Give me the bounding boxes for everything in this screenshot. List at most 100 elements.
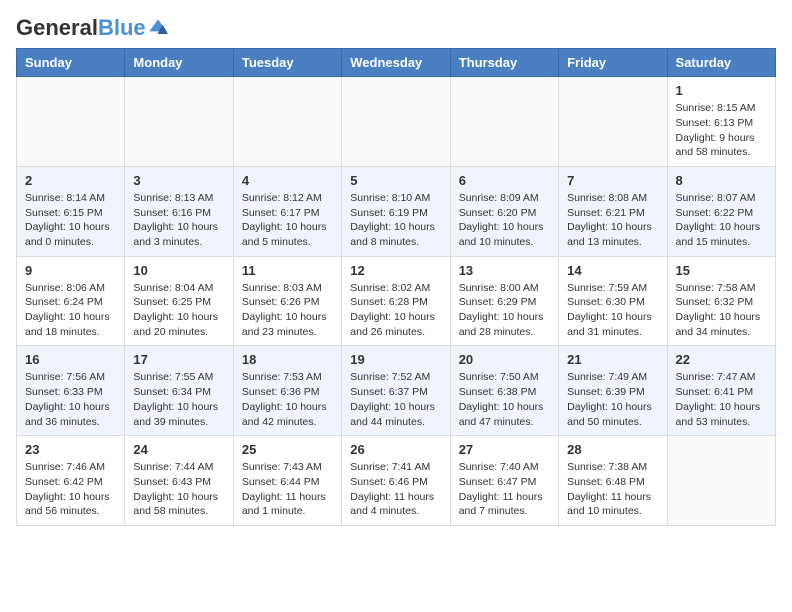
day-number: 10 [133,263,224,278]
day-number: 5 [350,173,441,188]
day-info: Sunrise: 7:58 AM Sunset: 6:32 PM Dayligh… [676,281,767,340]
logo-icon [148,18,168,38]
day-info: Sunrise: 8:00 AM Sunset: 6:29 PM Dayligh… [459,281,550,340]
day-info: Sunrise: 8:07 AM Sunset: 6:22 PM Dayligh… [676,191,767,250]
day-info: Sunrise: 7:56 AM Sunset: 6:33 PM Dayligh… [25,370,116,429]
calendar-cell: 1 Sunrise: 8:15 AM Sunset: 6:13 PM Daylig… [667,77,775,167]
calendar-cell: 24 Sunrise: 7:44 AM Sunset: 6:43 PM Dayli… [125,436,233,526]
logo: GeneralBlue [16,16,168,40]
day-number: 18 [242,352,333,367]
calendar-cell: 7 Sunrise: 8:08 AM Sunset: 6:21 PM Daylig… [559,166,667,256]
calendar-cell [667,436,775,526]
calendar-cell: 25Sunrise: 7:43 AM Sunset: 6:44 PM Dayli… [233,436,341,526]
calendar-cell: 26 Sunrise: 7:41 AM Sunset: 6:46 PM Dayli… [342,436,450,526]
calendar-cell [233,77,341,167]
day-number: 19 [350,352,441,367]
calendar-header-row: SundayMondayTuesdayWednesdayThursdayFrid… [17,49,776,77]
calendar-cell: 10 Sunrise: 8:04 AM Sunset: 6:25 PM Dayli… [125,256,233,346]
day-number: 7 [567,173,658,188]
day-info: Sunrise: 7:38 AM Sunset: 6:48 PM Dayligh… [567,460,658,519]
day-header-friday: Friday [559,49,667,77]
day-info: Sunrise: 7:50 AM Sunset: 6:38 PM Dayligh… [459,370,550,429]
calendar-cell: 20Sunrise: 7:50 AM Sunset: 6:38 PM Dayli… [450,346,558,436]
calendar-cell: 17 Sunrise: 7:55 AM Sunset: 6:34 PM Dayli… [125,346,233,436]
day-info: Sunrise: 8:09 AM Sunset: 6:20 PM Dayligh… [459,191,550,250]
day-number: 22 [676,352,767,367]
calendar-cell: 23 Sunrise: 7:46 AM Sunset: 6:42 PM Dayli… [17,436,125,526]
day-info: Sunrise: 7:40 AM Sunset: 6:47 PM Dayligh… [459,460,550,519]
day-number: 17 [133,352,224,367]
calendar-week-2: 2 Sunrise: 8:14 AM Sunset: 6:15 PM Daylig… [17,166,776,256]
calendar-week-1: 1 Sunrise: 8:15 AM Sunset: 6:13 PM Daylig… [17,77,776,167]
day-header-tuesday: Tuesday [233,49,341,77]
day-number: 14 [567,263,658,278]
day-header-thursday: Thursday [450,49,558,77]
day-number: 24 [133,442,224,457]
logo-text: GeneralBlue [16,16,146,40]
calendar-cell: 6 Sunrise: 8:09 AM Sunset: 6:20 PM Daylig… [450,166,558,256]
day-info: Sunrise: 7:41 AM Sunset: 6:46 PM Dayligh… [350,460,441,519]
day-info: Sunrise: 8:04 AM Sunset: 6:25 PM Dayligh… [133,281,224,340]
day-info: Sunrise: 8:08 AM Sunset: 6:21 PM Dayligh… [567,191,658,250]
day-header-monday: Monday [125,49,233,77]
calendar-week-4: 16 Sunrise: 7:56 AM Sunset: 6:33 PM Dayli… [17,346,776,436]
day-info: Sunrise: 8:13 AM Sunset: 6:16 PM Dayligh… [133,191,224,250]
day-info: Sunrise: 7:49 AM Sunset: 6:39 PM Dayligh… [567,370,658,429]
calendar-cell: 5 Sunrise: 8:10 AM Sunset: 6:19 PM Daylig… [342,166,450,256]
day-number: 3 [133,173,224,188]
day-number: 12 [350,263,441,278]
day-info: Sunrise: 8:10 AM Sunset: 6:19 PM Dayligh… [350,191,441,250]
day-number: 27 [459,442,550,457]
calendar-cell [342,77,450,167]
day-number: 4 [242,173,333,188]
day-header-sunday: Sunday [17,49,125,77]
calendar-cell: 28 Sunrise: 7:38 AM Sunset: 6:48 PM Dayli… [559,436,667,526]
day-info: Sunrise: 8:02 AM Sunset: 6:28 PM Dayligh… [350,281,441,340]
calendar-cell: 11Sunrise: 8:03 AM Sunset: 6:26 PM Dayli… [233,256,341,346]
day-info: Sunrise: 8:15 AM Sunset: 6:13 PM Dayligh… [676,101,767,160]
calendar-cell: 16 Sunrise: 7:56 AM Sunset: 6:33 PM Dayli… [17,346,125,436]
calendar-cell: 13 Sunrise: 8:00 AM Sunset: 6:29 PM Dayli… [450,256,558,346]
day-info: Sunrise: 7:55 AM Sunset: 6:34 PM Dayligh… [133,370,224,429]
calendar-cell: 15 Sunrise: 7:58 AM Sunset: 6:32 PM Dayli… [667,256,775,346]
day-number: 16 [25,352,116,367]
day-number: 15 [676,263,767,278]
day-number: 26 [350,442,441,457]
day-info: Sunrise: 7:44 AM Sunset: 6:43 PM Dayligh… [133,460,224,519]
day-info: Sunrise: 7:46 AM Sunset: 6:42 PM Dayligh… [25,460,116,519]
calendar-cell [125,77,233,167]
day-info: Sunrise: 8:14 AM Sunset: 6:15 PM Dayligh… [25,191,116,250]
day-number: 23 [25,442,116,457]
calendar-cell: 18 Sunrise: 7:53 AM Sunset: 6:36 PM Dayli… [233,346,341,436]
calendar-cell: 27 Sunrise: 7:40 AM Sunset: 6:47 PM Dayli… [450,436,558,526]
day-number: 21 [567,352,658,367]
calendar-table: SundayMondayTuesdayWednesdayThursdayFrid… [16,48,776,526]
day-info: Sunrise: 8:06 AM Sunset: 6:24 PM Dayligh… [25,281,116,340]
day-info: Sunrise: 7:47 AM Sunset: 6:41 PM Dayligh… [676,370,767,429]
calendar-week-3: 9 Sunrise: 8:06 AM Sunset: 6:24 PM Daylig… [17,256,776,346]
calendar-week-5: 23 Sunrise: 7:46 AM Sunset: 6:42 PM Dayli… [17,436,776,526]
calendar-cell: 21 Sunrise: 7:49 AM Sunset: 6:39 PM Dayli… [559,346,667,436]
day-number: 13 [459,263,550,278]
day-number: 1 [676,83,767,98]
day-number: 2 [25,173,116,188]
calendar-cell [450,77,558,167]
calendar-cell: 19Sunrise: 7:52 AM Sunset: 6:37 PM Dayli… [342,346,450,436]
day-header-saturday: Saturday [667,49,775,77]
day-number: 28 [567,442,658,457]
day-info: Sunrise: 8:03 AM Sunset: 6:26 PM Dayligh… [242,281,333,340]
day-number: 25 [242,442,333,457]
calendar-cell: 3 Sunrise: 8:13 AM Sunset: 6:16 PM Daylig… [125,166,233,256]
day-info: Sunrise: 7:59 AM Sunset: 6:30 PM Dayligh… [567,281,658,340]
calendar-cell: 12 Sunrise: 8:02 AM Sunset: 6:28 PM Dayli… [342,256,450,346]
calendar-cell: 22 Sunrise: 7:47 AM Sunset: 6:41 PM Dayli… [667,346,775,436]
calendar-cell: 8 Sunrise: 8:07 AM Sunset: 6:22 PM Daylig… [667,166,775,256]
day-number: 8 [676,173,767,188]
day-info: Sunrise: 8:12 AM Sunset: 6:17 PM Dayligh… [242,191,333,250]
day-info: Sunrise: 7:53 AM Sunset: 6:36 PM Dayligh… [242,370,333,429]
calendar-cell [17,77,125,167]
calendar-cell: 2 Sunrise: 8:14 AM Sunset: 6:15 PM Daylig… [17,166,125,256]
day-number: 6 [459,173,550,188]
calendar-cell: 9 Sunrise: 8:06 AM Sunset: 6:24 PM Daylig… [17,256,125,346]
day-number: 9 [25,263,116,278]
